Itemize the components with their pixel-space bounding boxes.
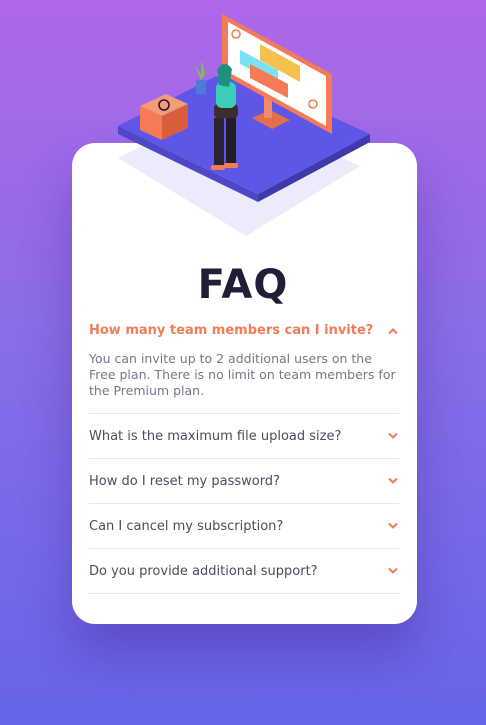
faq-item: What is the maximum file upload size? [89, 414, 399, 459]
faq-answer: You can invite up to 2 additional users … [89, 351, 396, 398]
chevron-down-icon [388, 522, 398, 529]
faq-question-button[interactable]: How do I reset my password? [89, 459, 399, 503]
page-title: FAQ [197, 262, 289, 308]
faq-list: How many team members can I invite? You … [89, 318, 399, 594]
faq-question-label: How many team members can I invite? [89, 323, 374, 338]
chevron-up-icon [388, 327, 398, 334]
faq-question-button[interactable]: Do you provide additional support? [89, 549, 399, 593]
faq-item: Can I cancel my subscription? [89, 504, 399, 549]
faq-item: Do you provide additional support? [89, 549, 399, 594]
woman-online-illustration [118, 14, 370, 236]
chevron-down-icon [388, 477, 398, 484]
faq-item: How do I reset my password? [89, 459, 399, 504]
faq-question-label: Do you provide additional support? [89, 563, 318, 579]
faq-question-label: How do I reset my password? [89, 473, 280, 489]
faq-question-button[interactable]: What is the maximum file upload size? [89, 414, 399, 458]
faq-item: How many team members can I invite? You … [89, 318, 399, 414]
chevron-down-icon [388, 432, 398, 439]
faq-question-label: Can I cancel my subscription? [89, 518, 284, 534]
faq-question-label: What is the maximum file upload size? [89, 428, 342, 444]
chevron-down-icon [388, 567, 398, 574]
faq-question-button[interactable]: How many team members can I invite? [89, 318, 399, 343]
faq-question-button[interactable]: Can I cancel my subscription? [89, 504, 399, 548]
